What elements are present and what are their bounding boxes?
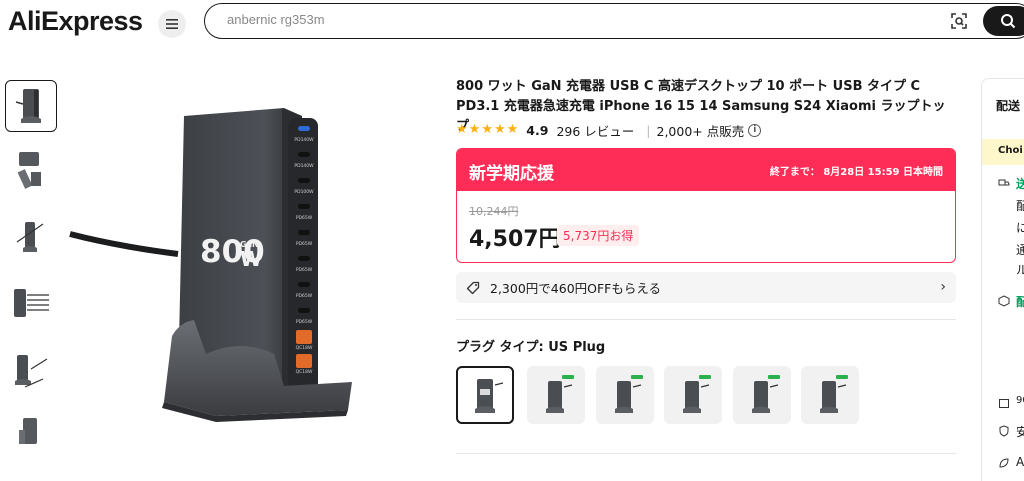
header: AliExpress	[0, 0, 1024, 46]
variant-image	[615, 375, 643, 413]
thumbnail[interactable]	[5, 80, 57, 132]
svg-text:PD65W: PD65W	[296, 319, 313, 325]
star-icon: ★	[493, 122, 506, 137]
svg-text:PD65W: PD65W	[296, 293, 313, 299]
sale-price: 4,507円	[469, 227, 561, 252]
product-thumbnail-image	[16, 222, 44, 252]
side-panel-text: 90	[1016, 395, 1024, 406]
variant-option[interactable]	[733, 366, 791, 424]
original-price: 10,244円	[469, 205, 519, 218]
choice-label: Choi	[998, 145, 1023, 156]
side-panel-text: に	[1016, 219, 1024, 236]
calendar-icon	[999, 399, 1009, 408]
svg-text:QC18W: QC18W	[296, 369, 313, 375]
rating-value: 4.9	[526, 122, 549, 138]
product-thumbnail-image	[15, 355, 48, 388]
divider	[456, 453, 956, 454]
variant-image	[752, 375, 780, 413]
variant-option[interactable]	[596, 366, 654, 424]
tag-icon	[466, 281, 480, 294]
promo-banner: 新学期応援 終了まで： 8月28日 15:59 日本時間	[457, 149, 955, 191]
side-panel-title: 配送	[996, 99, 1021, 113]
variant-image	[683, 375, 711, 413]
search-input[interactable]	[227, 12, 827, 27]
countdown-label: 終了まで：	[769, 167, 820, 178]
star-icon: ★	[481, 122, 493, 137]
package-icon	[998, 295, 1010, 307]
svg-text:PD140W: PD140W	[294, 163, 314, 169]
review-count-link[interactable]: 296 レビュー	[556, 121, 634, 140]
menu-button[interactable]	[158, 10, 186, 38]
search-button[interactable]	[983, 6, 1024, 36]
camera-search-icon[interactable]	[950, 12, 968, 30]
side-panel-text: 配	[1016, 293, 1024, 310]
delivery-truck-icon	[998, 179, 1010, 186]
main-product-image[interactable]: PD140W PD140W PD100W PD65W PD65W PD65W P…	[66, 86, 366, 426]
info-icon[interactable]: i	[748, 123, 762, 137]
side-panel-text: 通	[1016, 241, 1024, 258]
divider	[456, 319, 956, 320]
side-panel-text: 安	[1016, 423, 1024, 440]
shipping-side-panel: 配送 Choi 送 配 に 通 ル 配 90 安 A	[981, 78, 1024, 481]
variant-image	[475, 379, 504, 413]
star-rating[interactable]: ★ ★ ★ ★ ★	[456, 123, 518, 137]
star-icon: ★	[456, 122, 468, 137]
star-icon: ★	[506, 122, 519, 137]
aliexpress-logo[interactable]: AliExpress	[8, 6, 143, 37]
search-icon	[1001, 14, 1016, 29]
svg-text:W: W	[240, 247, 262, 271]
star-icon: ★	[468, 122, 481, 137]
shield-icon	[999, 425, 1009, 437]
choice-badge: Choi	[982, 139, 1024, 165]
svg-text:PD65W: PD65W	[296, 215, 313, 221]
svg-text:PD100W: PD100W	[294, 189, 314, 195]
divider: |	[646, 122, 651, 138]
variant-option[interactable]	[527, 366, 585, 424]
countdown-value: 8月28日 15:59 日本時間	[823, 167, 943, 178]
promo-title: 新学期応援	[469, 164, 554, 184]
coupon-text: 2,300円で460円OFFもらえる	[490, 281, 661, 296]
product-thumbnail-image	[14, 289, 49, 317]
side-panel-text: 送	[1016, 175, 1024, 192]
promo-price-box: 新学期応援 終了まで： 8月28日 15:59 日本時間 10,244円 4,5…	[456, 148, 956, 263]
plug-type-label: プラグ タイプ: US Plug	[456, 340, 606, 355]
variant-option[interactable]	[664, 366, 722, 424]
variant-image	[546, 375, 574, 413]
thumbnail[interactable]	[5, 212, 57, 264]
variant-option[interactable]	[456, 366, 514, 424]
side-panel-text: 配	[1016, 197, 1024, 214]
rating-row: ★ ★ ★ ★ ★ 4.9 296 レビュー | 2,000+ 点販売 i	[456, 121, 762, 140]
svg-text:QC18W: QC18W	[296, 345, 313, 351]
sold-count: 2,000+ 点販売	[656, 123, 745, 139]
svg-text:PD65W: PD65W	[296, 267, 313, 273]
thumbnail[interactable]	[5, 144, 57, 196]
promo-countdown: 終了まで： 8月28日 15:59 日本時間	[770, 163, 943, 178]
product-thumbnail-image	[17, 152, 41, 189]
thumbnail[interactable]	[5, 279, 57, 331]
chevron-right-icon: ›	[940, 279, 946, 295]
search-bar	[204, 3, 1024, 39]
svg-text:PD140W: PD140W	[294, 137, 314, 143]
variant-option[interactable]	[801, 366, 859, 424]
savings-badge: 5,737円お得	[557, 225, 640, 246]
side-panel-text: A	[1016, 455, 1024, 469]
thumbnail[interactable]	[5, 345, 57, 397]
product-thumbnail-image	[15, 89, 41, 123]
variant-image	[820, 375, 848, 413]
thumbnail[interactable]	[5, 410, 57, 444]
menu-icon	[166, 19, 178, 29]
leaf-icon	[999, 458, 1009, 468]
product-thumbnail-image	[19, 418, 37, 444]
svg-text:PD65W: PD65W	[296, 241, 313, 247]
side-panel-text: ル	[1016, 261, 1024, 278]
coupon-row[interactable]: 2,300円で460円OFFもらえる ›	[456, 272, 956, 303]
